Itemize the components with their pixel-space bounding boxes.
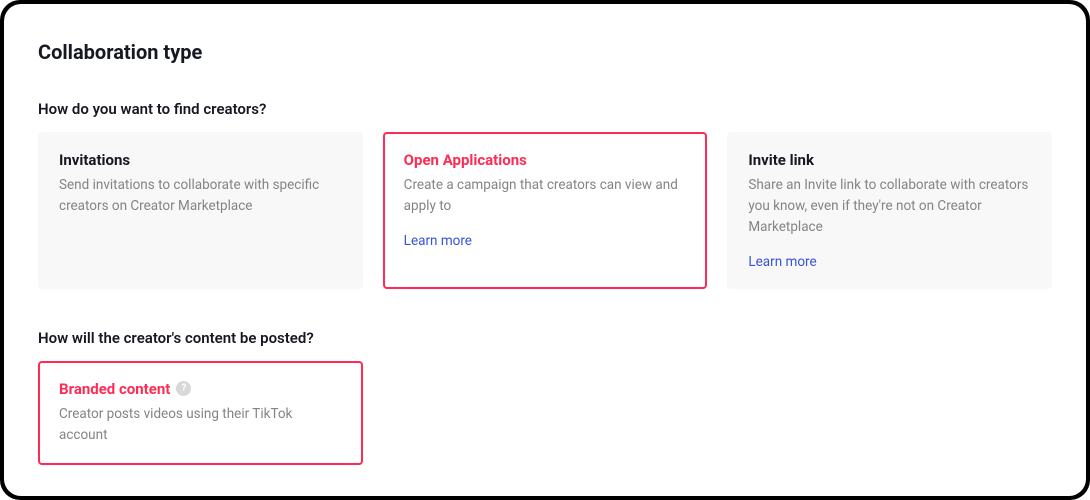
card-invite-link-title: Invite link [748,151,1031,169]
learn-more-invite-link[interactable]: Learn more [748,254,816,270]
card-branded-content-desc: Creator posts videos using their TikTok … [59,404,342,446]
page-title: Collaboration type [38,40,1052,64]
help-icon[interactable]: ? [176,381,191,396]
card-open-applications-desc: Create a campaign that creators can view… [404,175,687,217]
learn-more-open-applications[interactable]: Learn more [404,233,472,249]
card-branded-content-title: Branded content [59,380,170,398]
card-invite-link[interactable]: Invite link Share an Invite link to coll… [727,132,1052,289]
section-content-posted: How will the creator's content be posted… [38,329,1052,465]
card-invite-link-desc: Share an Invite link to collaborate with… [748,175,1031,238]
card-invitations-title: Invitations [59,151,342,169]
card-invitations[interactable]: Invitations Send invitations to collabor… [38,132,363,289]
card-invitations-desc: Send invitations to collaborate with spe… [59,175,342,217]
section-title-content-posted: How will the creator's content be posted… [38,329,1052,347]
section-find-creators: How do you want to find creators? Invita… [38,100,1052,289]
section-title-find-creators: How do you want to find creators? [38,100,1052,118]
card-branded-content[interactable]: Branded content ? Creator posts videos u… [38,361,363,465]
card-open-applications[interactable]: Open Applications Create a campaign that… [383,132,708,289]
card-open-applications-title: Open Applications [404,151,687,169]
